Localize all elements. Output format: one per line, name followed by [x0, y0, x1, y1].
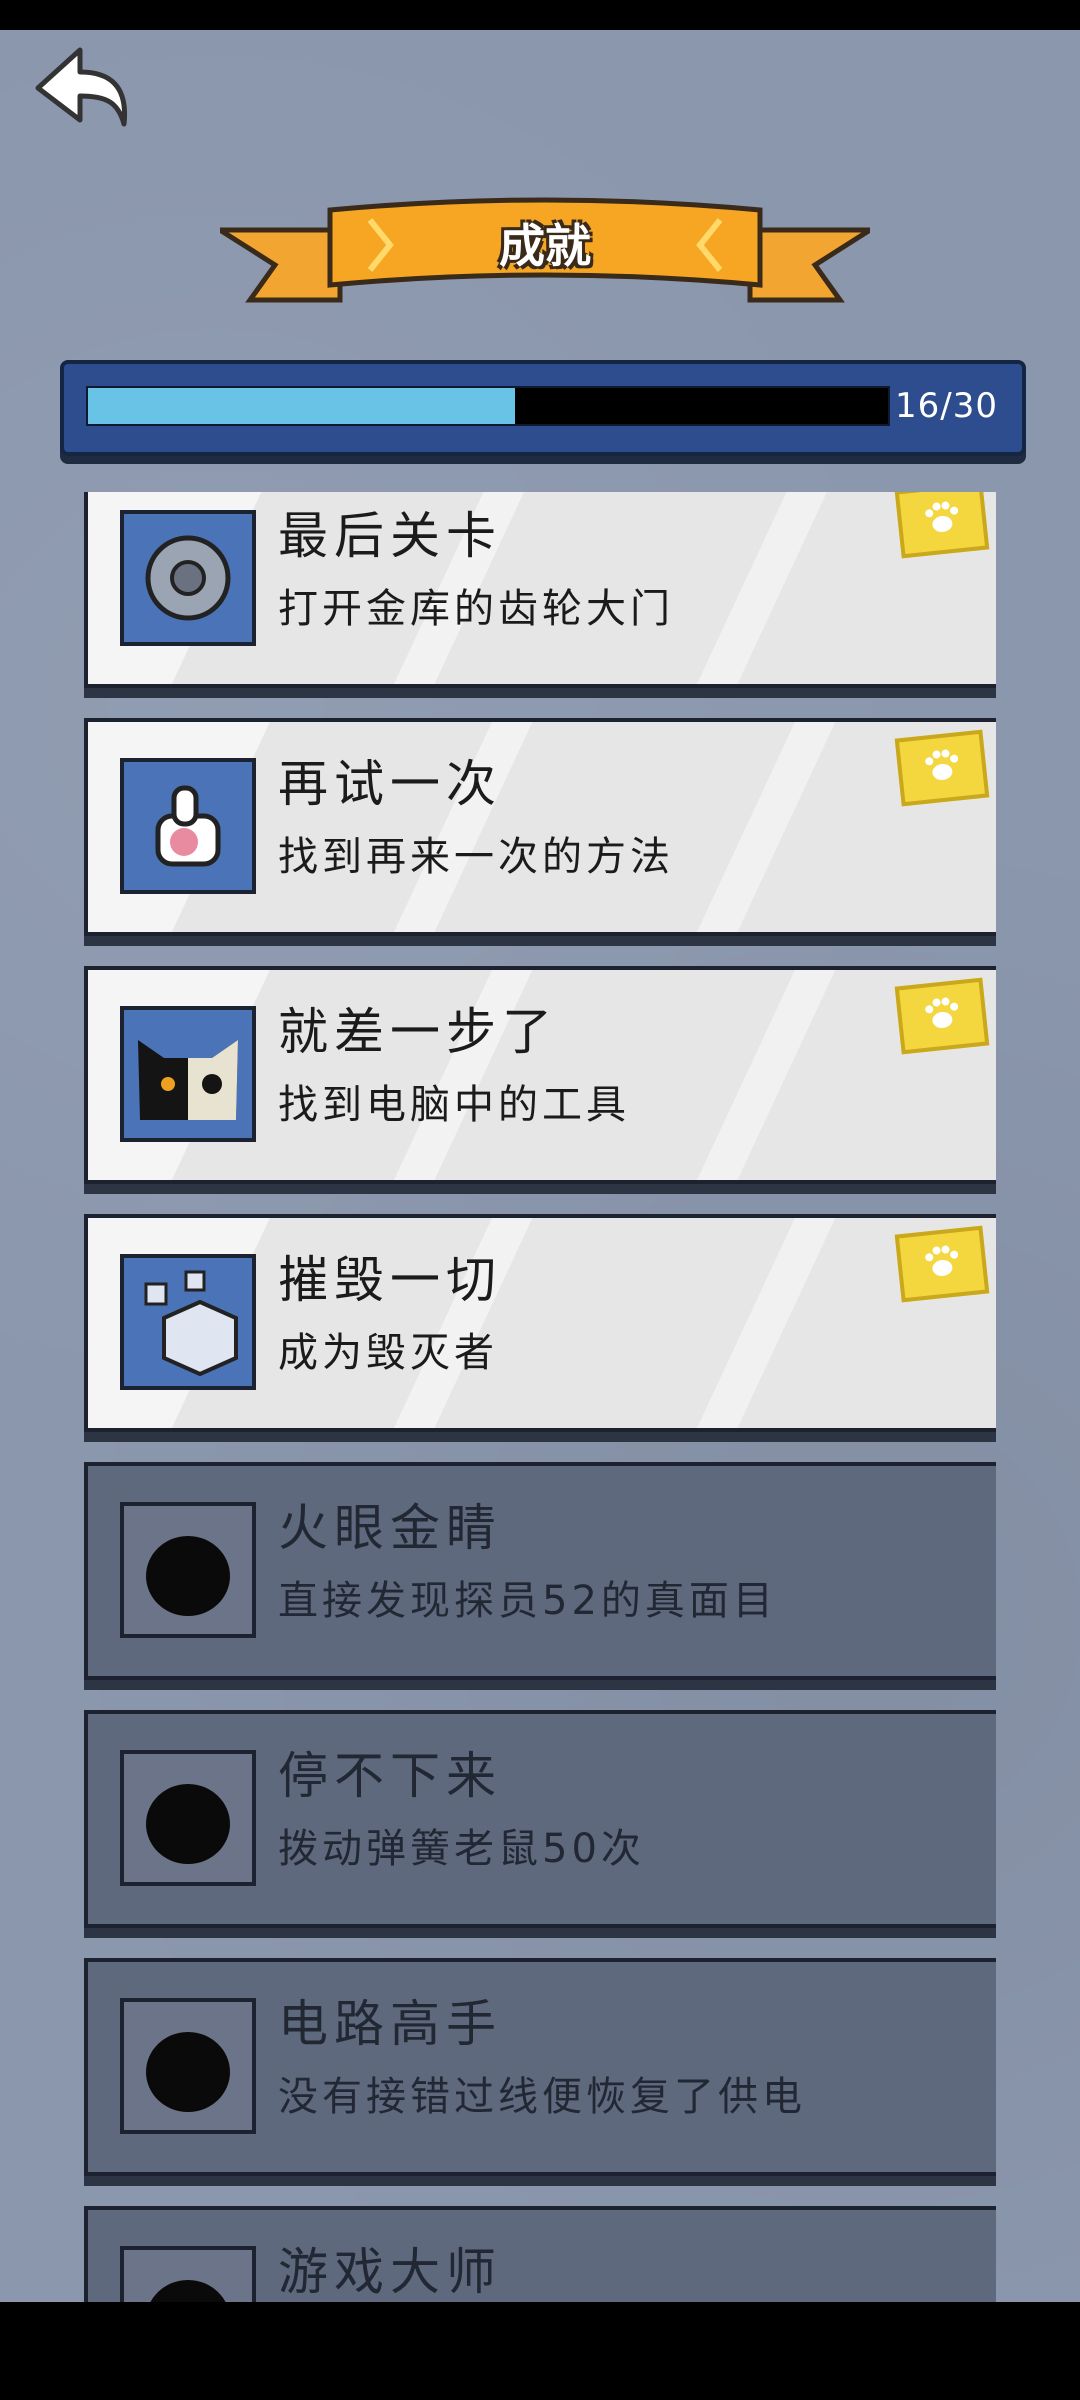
silhouette-mouse-icon	[120, 1750, 256, 1886]
achievement-description: 打开金库的齿轮大门	[278, 586, 674, 632]
achievement-title: 火眼金睛	[278, 1499, 502, 1557]
achievement-card[interactable]: 电路高手没有接错过线便恢复了供电	[84, 1958, 996, 2176]
achievement-title: 最后关卡	[278, 507, 502, 565]
progress-bar: 16/30	[60, 360, 1026, 456]
title-banner: 成就	[211, 170, 879, 320]
silhouette-agent-icon	[120, 1502, 256, 1638]
achievement-title: 电路高手	[278, 1995, 502, 2053]
achievement-description: 直接发现探员52的真面目	[278, 1578, 777, 1624]
achievement-description: 拨动弹簧老鼠50次	[278, 1826, 645, 1872]
progress-fill	[88, 388, 515, 424]
achievement-card[interactable]: 就差一步了找到电脑中的工具	[84, 966, 996, 1184]
achievement-description: 找到再来一次的方法	[278, 834, 674, 880]
achievement-title: 游戏大师	[278, 2243, 502, 2301]
achievement-card[interactable]: 最后关卡打开金库的齿轮大门	[84, 492, 996, 688]
achievement-description: 没有接错过线便恢复了供电	[278, 2074, 806, 2120]
page-title: 成就	[499, 219, 591, 273]
thumbs-up-icon	[120, 758, 256, 894]
cubes-icon	[120, 1254, 256, 1390]
achievement-card[interactable]: 停不下来拨动弹簧老鼠50次	[84, 1710, 996, 1928]
achievement-card[interactable]: 再试一次找到再来一次的方法	[84, 718, 996, 936]
achievement-title: 摧毁一切	[278, 1251, 502, 1309]
achievement-list[interactable]: 最后关卡打开金库的齿轮大门再试一次找到再来一次的方法就差一步了找到电脑中的工具摧…	[84, 492, 996, 2332]
progress-track	[86, 386, 890, 426]
achievement-description: 找到电脑中的工具	[278, 1082, 630, 1128]
vault-gear-icon	[120, 510, 256, 646]
paw-badge-icon	[894, 729, 990, 807]
back-arrow-icon	[35, 47, 128, 127]
achievement-title: 就差一步了	[278, 1003, 558, 1061]
achievements-screen: 成就 16/30 最后关卡打开金库的齿轮大门再试一次找到再来一次的方法就差一步了…	[0, 30, 1080, 2332]
silhouette-plug-icon	[120, 1998, 256, 2134]
status-bar	[0, 0, 1080, 30]
navigation-bar	[0, 2302, 1080, 2400]
achievement-description: 成为毁灭者	[278, 1330, 498, 1376]
achievement-title: 停不下来	[278, 1747, 502, 1805]
paw-badge-icon	[894, 1225, 990, 1303]
progress-count: 16/30	[895, 386, 998, 426]
achievement-card[interactable]: 摧毁一切 成为毁灭者	[84, 1214, 996, 1432]
paw-badge-icon	[894, 492, 990, 559]
cat-skull-icon	[120, 1006, 256, 1142]
achievement-card[interactable]: 火眼金睛直接发现探员52的真面目	[84, 1462, 996, 1680]
paw-badge-icon	[894, 977, 990, 1055]
achievement-title: 再试一次	[278, 755, 502, 813]
back-button[interactable]	[28, 38, 138, 138]
